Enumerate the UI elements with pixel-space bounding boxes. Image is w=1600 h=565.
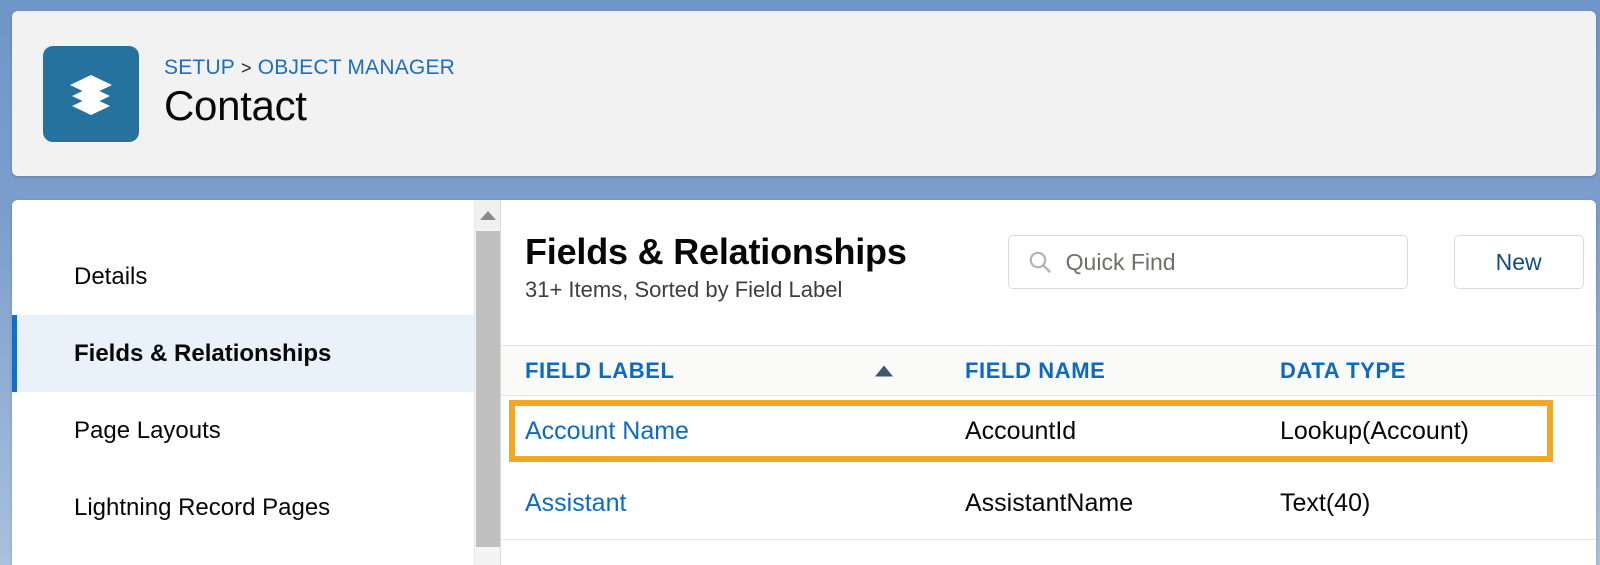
fields-title-block: Fields & Relationships 31+ Items, Sorted… bbox=[525, 230, 907, 303]
search-input[interactable] bbox=[1065, 248, 1396, 276]
new-button[interactable]: New bbox=[1453, 235, 1584, 289]
column-header-data-type[interactable]: DATA TYPE bbox=[1256, 345, 1596, 396]
breadcrumb-separator: > bbox=[241, 58, 252, 79]
cell-data-type: Lookup(Account) bbox=[1280, 417, 1470, 446]
table-row[interactable]: Assistant AssistantName Text(40) bbox=[501, 467, 1596, 540]
field-label-link[interactable]: Account Name bbox=[525, 417, 689, 445]
sidebar-item-label: Page Layouts bbox=[74, 416, 221, 444]
sidebar-item-page-layouts[interactable]: Page Layouts bbox=[12, 392, 474, 469]
breadcrumb-item-setup[interactable]: SETUP bbox=[164, 56, 235, 79]
quick-find-container[interactable] bbox=[1007, 235, 1408, 289]
fields-main-panel: Fields & Relationships 31+ Items, Sorted… bbox=[501, 200, 1596, 565]
sidebar-item-details[interactable]: Details bbox=[12, 238, 474, 315]
cell-data-type: Text(40) bbox=[1256, 467, 1596, 540]
fields-header-row: Fields & Relationships 31+ Items, Sorted… bbox=[501, 200, 1596, 345]
object-sidebar-nav: Details Fields & Relationships Page Layo… bbox=[12, 200, 474, 565]
cell-field-name: AccountId bbox=[965, 417, 1077, 446]
search-icon bbox=[1029, 251, 1051, 273]
scroll-thumb[interactable] bbox=[476, 231, 500, 547]
cell-field-label: Assistant bbox=[501, 467, 941, 540]
sidebar-item-label: Lightning Record Pages bbox=[74, 493, 331, 521]
page-title: Contact bbox=[164, 82, 307, 130]
header-text-block: SETUP > OBJECT MANAGER Contact bbox=[164, 56, 455, 130]
triangle-up-icon bbox=[875, 365, 893, 376]
table-header-row: FIELD LABEL FIELD NAME DATA TYPE bbox=[501, 345, 1596, 396]
cell-field-label: Account Name bbox=[501, 396, 941, 468]
sidebar-scrollbar[interactable] bbox=[474, 200, 501, 565]
sidebar-item-fields-and-relationships[interactable]: Fields & Relationships bbox=[12, 315, 474, 392]
column-header-field-name[interactable]: FIELD NAME bbox=[941, 345, 1256, 396]
layers-stack-icon bbox=[43, 45, 139, 142]
column-header-field-label[interactable]: FIELD LABEL bbox=[501, 345, 941, 396]
breadcrumb: SETUP > OBJECT MANAGER bbox=[164, 56, 455, 80]
fields-actions: New bbox=[1007, 235, 1584, 289]
object-header-card: SETUP > OBJECT MANAGER Contact bbox=[12, 11, 1596, 176]
column-header-label: FIELD NAME bbox=[965, 357, 1106, 383]
list-subtitle: 31+ Items, Sorted by Field Label bbox=[525, 277, 843, 303]
object-body-card: Details Fields & Relationships Page Layo… bbox=[12, 200, 1596, 565]
triangle-up-icon bbox=[479, 210, 496, 220]
fields-table-head: FIELD LABEL FIELD NAME DATA TYPE bbox=[501, 345, 1596, 396]
field-label-link[interactable]: Assistant bbox=[525, 489, 626, 517]
breadcrumb-item-object-manager[interactable]: OBJECT MANAGER bbox=[258, 56, 455, 79]
fields-table-body: Account Name AccountId Lookup(Account) A… bbox=[501, 396, 1596, 540]
sidebar-item-lightning-record-pages[interactable]: Lightning Record Pages bbox=[12, 469, 474, 546]
list-title: Fields & Relationships bbox=[525, 231, 907, 272]
cell-field-name: AssistantName bbox=[941, 467, 1256, 540]
column-header-label: FIELD LABEL bbox=[525, 357, 675, 383]
sidebar-item-label: Details bbox=[74, 262, 148, 290]
column-header-label: DATA TYPE bbox=[1280, 357, 1406, 383]
scroll-up-button[interactable] bbox=[475, 200, 500, 230]
table-row[interactable]: Account Name AccountId Lookup(Account) bbox=[501, 396, 1596, 468]
sidebar-item-label: Fields & Relationships bbox=[74, 339, 332, 367]
fields-table: FIELD LABEL FIELD NAME DATA TYPE Account… bbox=[501, 345, 1596, 540]
